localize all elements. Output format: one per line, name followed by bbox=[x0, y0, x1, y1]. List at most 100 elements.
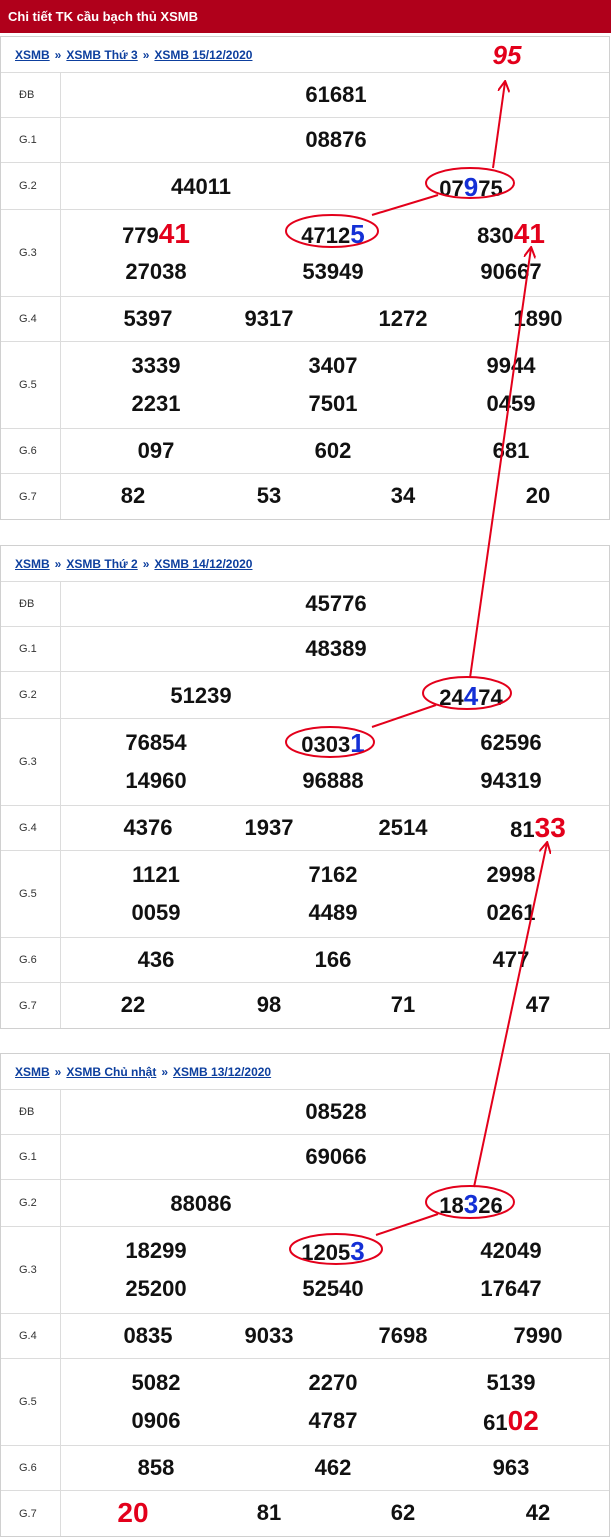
prize-number: 96888 bbox=[302, 768, 364, 793]
prize-number: 2998 bbox=[486, 862, 536, 887]
highlighted-digits: 3 bbox=[350, 1236, 365, 1266]
prize-number: 5397 bbox=[123, 306, 173, 331]
prize-row: G.1 48389 bbox=[1, 627, 609, 672]
prize-number: 5139 bbox=[486, 1370, 536, 1395]
number-part: 07 bbox=[439, 176, 464, 201]
prize-number: 0459 bbox=[486, 391, 536, 416]
breadcrumb-link[interactable]: XSMB bbox=[15, 557, 50, 571]
prize-number: 18326 bbox=[439, 1191, 502, 1219]
prize-row: G.4 5397 9317 1272 1890 bbox=[1, 297, 609, 342]
breadcrumb-link[interactable]: XSMB 14/12/2020 bbox=[154, 557, 252, 571]
prize-number: 62596 bbox=[480, 730, 542, 755]
prize-row: G.2 88086 18326 bbox=[1, 1180, 609, 1227]
prize-number: 44011 bbox=[171, 174, 231, 199]
prize-label: G.7 bbox=[1, 983, 61, 1028]
prize-number: 48389 bbox=[305, 636, 367, 661]
prize-label: ĐB bbox=[1, 1090, 61, 1134]
prize-row: G.7 20 81 62 42 bbox=[1, 1491, 609, 1536]
prize-number: 77941 bbox=[122, 220, 190, 249]
prize-number: 12053 bbox=[301, 1238, 364, 1266]
prize-number: 45776 bbox=[305, 591, 367, 616]
prize-number: 1937 bbox=[244, 815, 294, 840]
breadcrumb-separator: » bbox=[54, 48, 62, 62]
prize-label: G.1 bbox=[1, 627, 61, 671]
prize-number: 858 bbox=[137, 1455, 175, 1480]
prize-number: 963 bbox=[492, 1455, 530, 1480]
prize-label: G.4 bbox=[1, 806, 61, 850]
prize-number: 20 bbox=[117, 1497, 149, 1528]
breadcrumb-link[interactable]: XSMB bbox=[15, 1065, 50, 1079]
prize-number: 9033 bbox=[244, 1323, 294, 1348]
prize-number: 1272 bbox=[378, 306, 428, 331]
prize-row: G.4 4376 1937 2514 8133 bbox=[1, 806, 609, 851]
prize-label: G.1 bbox=[1, 118, 61, 162]
prize-row: G.7 82 53 34 20 bbox=[1, 474, 609, 519]
prize-row: G.2 51239 24474 bbox=[1, 672, 609, 719]
prize-number: 08528 bbox=[305, 1099, 367, 1124]
highlighted-digits: 20 bbox=[117, 1497, 149, 1528]
prize-number: 82 bbox=[120, 483, 146, 508]
result-section: XSMB » XSMB Thứ 3 » XSMB 15/12/2020 ĐB 61681 G.… bbox=[0, 36, 610, 520]
prize-number: 9944 bbox=[486, 353, 536, 378]
number-part: 81 bbox=[510, 817, 535, 842]
prize-row: G.4 0835 9033 7698 7990 bbox=[1, 1314, 609, 1359]
prize-label: G.3 bbox=[1, 210, 61, 296]
prize-row: G.6 097 602 681 bbox=[1, 429, 609, 474]
number-part: 830 bbox=[477, 223, 514, 248]
prize-number: 9317 bbox=[244, 306, 294, 331]
number-part: 4712 bbox=[301, 223, 351, 248]
prize-label: G.6 bbox=[1, 938, 61, 982]
prize-row: G.6 858 462 963 bbox=[1, 1446, 609, 1491]
number-part: 1205 bbox=[301, 1240, 351, 1265]
prize-number: 1890 bbox=[513, 306, 563, 331]
prize-label: G.7 bbox=[1, 474, 61, 519]
breadcrumb-link[interactable]: XSMB Thứ 3 bbox=[66, 48, 137, 62]
prize-number: 98 bbox=[256, 992, 282, 1017]
breadcrumb: XSMB » XSMB Thứ 3 » XSMB 15/12/2020 bbox=[1, 37, 609, 73]
prize-number: 681 bbox=[492, 438, 530, 463]
prize-number: 42 bbox=[525, 1500, 551, 1525]
prize-number: 22 bbox=[120, 992, 146, 1017]
number-part: 0303 bbox=[301, 732, 351, 757]
prize-number: 0835 bbox=[123, 1323, 173, 1348]
prize-row: ĐB 61681 bbox=[1, 73, 609, 118]
prize-number: 0906 bbox=[131, 1408, 181, 1433]
breadcrumb: XSMB » XSMB Thứ 2 » XSMB 14/12/2020 bbox=[1, 546, 609, 582]
prize-number: 0261 bbox=[486, 900, 536, 925]
breadcrumb-separator: » bbox=[142, 557, 150, 571]
highlighted-digits: 3 bbox=[463, 1189, 479, 1219]
prize-number: 14960 bbox=[125, 768, 187, 793]
breadcrumb-link[interactable]: XSMB Thứ 2 bbox=[66, 557, 137, 571]
highlighted-digits: 5 bbox=[350, 219, 365, 249]
prize-label: G.5 bbox=[1, 851, 61, 937]
prize-label: G.1 bbox=[1, 1135, 61, 1179]
prize-number: 88086 bbox=[170, 1191, 232, 1216]
number-part: 779 bbox=[122, 223, 159, 248]
prize-number: 20 bbox=[525, 483, 551, 508]
prize-number: 4787 bbox=[308, 1408, 358, 1433]
number-part: 61 bbox=[483, 1410, 508, 1435]
prize-number: 81 bbox=[256, 1500, 282, 1525]
prize-row: G.1 08876 bbox=[1, 118, 609, 163]
prize-number: 0059 bbox=[131, 900, 181, 925]
breadcrumb-link[interactable]: XSMB Chủ nhật bbox=[66, 1065, 156, 1079]
breadcrumb-link[interactable]: XSMB bbox=[15, 48, 50, 62]
prize-number: 83041 bbox=[477, 220, 545, 249]
breadcrumb-link[interactable]: XSMB 13/12/2020 bbox=[173, 1065, 271, 1079]
prize-number: 53949 bbox=[302, 259, 364, 284]
highlighted-digits: 33 bbox=[534, 812, 566, 843]
breadcrumb-link[interactable]: XSMB 15/12/2020 bbox=[154, 48, 252, 62]
prize-label: G.4 bbox=[1, 1314, 61, 1358]
prize-number: 53 bbox=[256, 483, 282, 508]
prize-row: ĐB 45776 bbox=[1, 582, 609, 627]
number-part: 18 bbox=[439, 1193, 464, 1218]
prize-number: 166 bbox=[314, 947, 352, 972]
prize-number: 24474 bbox=[439, 683, 502, 711]
breadcrumb-separator: » bbox=[142, 48, 150, 62]
breadcrumb: XSMB » XSMB Chủ nhật » XSMB 13/12/2020 bbox=[1, 1054, 609, 1090]
highlighted-digits: 1 bbox=[350, 728, 365, 758]
result-section: XSMB » XSMB Chủ nhật » XSMB 13/12/2020 ĐB 0852… bbox=[0, 1053, 610, 1537]
prize-number: 7990 bbox=[513, 1323, 563, 1348]
prize-number: 47125 bbox=[301, 221, 364, 249]
prize-number: 69066 bbox=[305, 1144, 367, 1169]
